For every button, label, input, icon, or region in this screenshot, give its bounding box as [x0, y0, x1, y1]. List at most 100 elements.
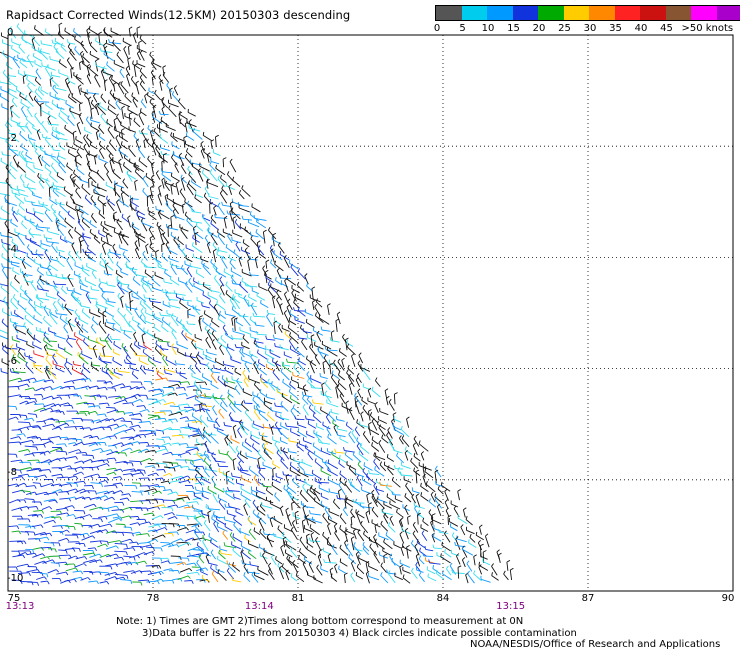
- wind-barb: [59, 62, 67, 69]
- wind-barb-tick: [303, 470, 306, 475]
- wind-barb-tick: [40, 40, 42, 44]
- wind-barb-tick: [413, 467, 416, 472]
- wind-barb-tick: [157, 484, 160, 488]
- wind-barb-tick: [180, 174, 183, 179]
- wind-barb-tick: [79, 302, 82, 306]
- wind-barb: [132, 34, 137, 44]
- wind-barb: [98, 480, 106, 484]
- wind-barb-tick: [242, 239, 245, 243]
- wind-barb: [154, 92, 162, 101]
- wind-barb-tick: [19, 507, 23, 512]
- wind-barb-tick: [104, 543, 108, 547]
- wind-barb-tick: [243, 399, 246, 404]
- wind-barb: [238, 192, 245, 200]
- wind-barb: [208, 196, 219, 200]
- wind-barb-tick: [263, 443, 266, 448]
- wind-barb: [131, 95, 139, 102]
- wind-barb: [185, 257, 193, 263]
- wind-barb-tick: [139, 300, 142, 304]
- wind-barb-tick: [354, 392, 357, 397]
- wind-barb: [8, 416, 17, 420]
- wind-barb: [224, 519, 236, 524]
- wind-barb-tick: [112, 243, 116, 247]
- wind-barb-tick: [101, 292, 104, 297]
- wind-barb: [368, 504, 371, 515]
- wind-barb: [105, 513, 117, 518]
- wind-barb: [269, 519, 274, 528]
- wind-barb: [109, 160, 114, 172]
- wind-barb: [193, 517, 201, 525]
- wind-barb-tick: [17, 209, 19, 213]
- wind-barb: [223, 474, 235, 480]
- wind-barb-tick: [43, 337, 45, 341]
- wind-barb: [19, 467, 31, 471]
- wind-barb-tick: [103, 29, 106, 33]
- wind-barb: [210, 435, 219, 445]
- wind-barb-tick: [186, 416, 190, 420]
- wind-barb-tick: [168, 442, 172, 447]
- wind-barb: [242, 218, 252, 221]
- wind-barb-tick: [17, 161, 20, 166]
- wind-barb: [234, 388, 241, 395]
- wind-barb-tick: [207, 485, 209, 490]
- wind-barb: [371, 420, 378, 431]
- wind-barb: [338, 463, 345, 469]
- wind-barb-tick: [68, 93, 70, 98]
- wind-barb: [52, 87, 59, 95]
- wind-barb-tick: [239, 348, 242, 352]
- wind-barb: [2, 154, 11, 157]
- wind-barb-tick: [67, 43, 71, 47]
- wind-barb-tick: [191, 242, 194, 246]
- wind-barb: [131, 202, 139, 208]
- wind-barb: [16, 433, 24, 436]
- wind-barb-tick: [98, 282, 101, 287]
- wind-barb-tick: [217, 202, 221, 206]
- wind-barb: [450, 526, 458, 532]
- wind-barb: [202, 135, 213, 142]
- wind-barb-tick: [327, 522, 331, 526]
- wind-barb-tick: [387, 522, 391, 526]
- wind-barb-tick: [172, 401, 176, 406]
- wind-barb-tick: [73, 140, 75, 145]
- wind-barb: [324, 383, 331, 391]
- wind-barb: [72, 438, 82, 441]
- wind-barb: [168, 383, 178, 388]
- wind-barb-tick: [142, 348, 145, 353]
- wind-barb-tick: [412, 530, 416, 534]
- wind-barb: [179, 302, 189, 310]
- wind-barb: [241, 404, 250, 412]
- wind-barb-tick: [180, 538, 184, 542]
- wind-barb: [12, 213, 19, 222]
- wind-barb: [0, 89, 8, 93]
- wind-barb-tick: [59, 516, 62, 521]
- wind-barb-tick: [60, 43, 63, 47]
- wind-barb-tick: [274, 402, 276, 407]
- wind-barb: [96, 172, 105, 181]
- wind-barb-tick: [116, 513, 120, 517]
- wind-barb-tick: [1, 318, 4, 323]
- wind-barb: [0, 218, 12, 221]
- wind-barb-tick: [8, 89, 10, 94]
- wind-barb: [434, 499, 443, 509]
- wind-barb: [48, 123, 59, 126]
- wind-barb: [98, 402, 108, 405]
- wind-barb-tick: [106, 144, 109, 149]
- wind-barb: [47, 231, 60, 236]
- wind-barb: [292, 480, 300, 488]
- wind-barb: [107, 505, 117, 509]
- wind-barb-tick: [21, 143, 23, 147]
- wind-barb-tick: [428, 509, 432, 513]
- wind-barb: [204, 470, 210, 478]
- wind-barb: [224, 425, 232, 428]
- wind-barb: [226, 453, 233, 461]
- wind-barb-tick: [259, 528, 262, 533]
- wind-barb-tick: [91, 316, 95, 320]
- wind-barb: [429, 501, 437, 508]
- wind-barb: [154, 274, 164, 280]
- wind-barb: [168, 325, 177, 334]
- wind-barb-tick: [289, 381, 292, 385]
- wind-barb: [209, 172, 218, 182]
- wind-barb: [112, 516, 121, 519]
- wind-barb-tick: [312, 299, 316, 303]
- wind-barb: [167, 515, 176, 520]
